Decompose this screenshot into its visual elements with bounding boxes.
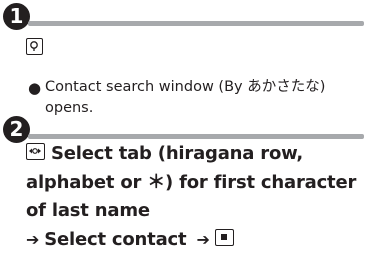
instruction-select-contact: Select contact bbox=[44, 228, 187, 250]
bullet-dot: ● bbox=[28, 79, 42, 97]
note-contact-search-opens: Contact search window (By あかさたな) opens. bbox=[45, 79, 326, 116]
step-2-divider bbox=[28, 134, 364, 139]
arrow-right-icon: ➔ bbox=[196, 229, 210, 249]
step-1-divider bbox=[28, 21, 364, 26]
step-2-instruction: Select tab (hiragana row, alphabet or ＊)… bbox=[26, 140, 361, 254]
step-number-2: 2 bbox=[3, 116, 30, 143]
center-key-icon bbox=[214, 228, 234, 246]
confirm-key-icon bbox=[26, 38, 43, 55]
instruction-select-tab: Select tab (hiragana row, alphabet or ＊)… bbox=[26, 143, 357, 221]
step-number-1: 1 bbox=[3, 3, 30, 30]
arrow-right-icon: ➔ bbox=[26, 229, 40, 249]
multi-selector-key-icon bbox=[26, 143, 45, 160]
